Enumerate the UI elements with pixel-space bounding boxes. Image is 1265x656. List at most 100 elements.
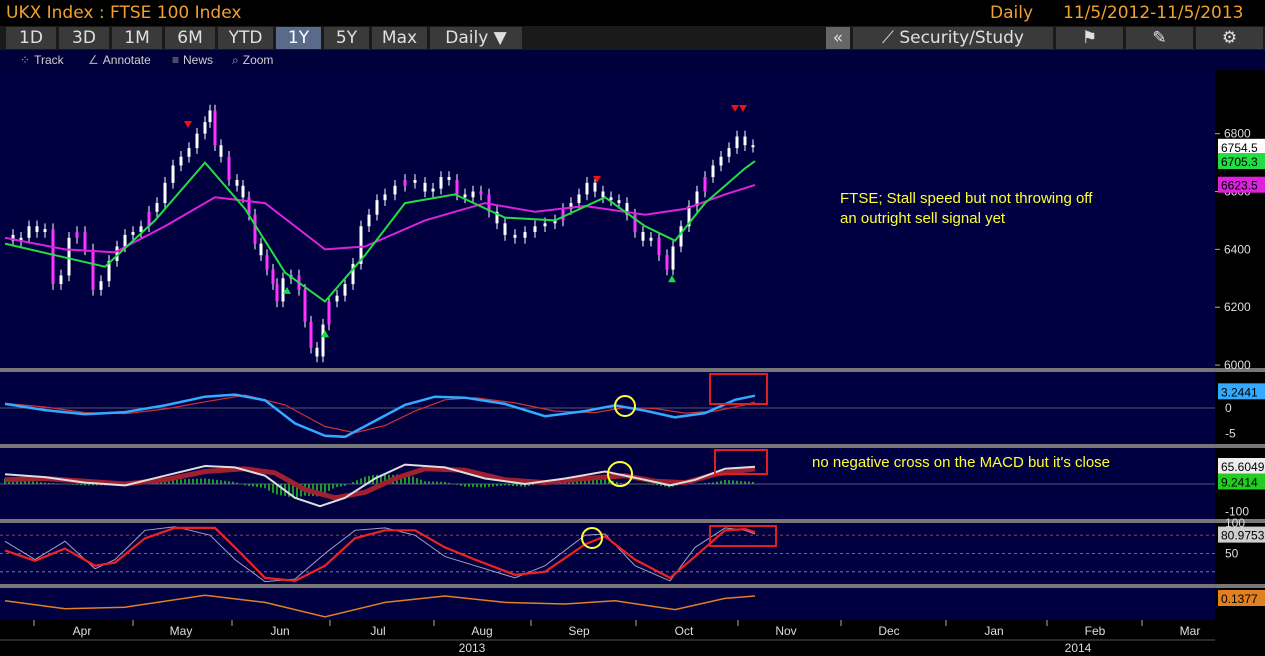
range-button-1y[interactable]: 1Y [276,27,321,49]
price-bar [27,226,31,238]
x-tick-label: Aug [471,624,492,638]
price-bar [367,214,371,227]
panel-separator [0,519,1265,523]
price-bar [641,232,645,241]
macd-value-label: 3.2441 [1218,383,1265,400]
period-label[interactable]: Daily [990,3,1033,23]
macd-tag-text: 3.2441 [1221,385,1258,399]
x-tick-label: Oct [675,624,694,638]
osc-value-label: 0.1377 [1218,590,1265,606]
annotation-main-line2: an outright sell signal yet [840,210,1006,227]
price-bar [439,177,443,189]
hist-value-label-1: 9.2414 [1218,473,1265,490]
price-bar [727,148,731,157]
price-bar [59,275,63,285]
gear-icon[interactable]: ⚙ [1196,27,1263,49]
x-year-label: 2014 [1065,641,1092,655]
chart-area[interactable]: 600062006400660068006754.56705.36623.5FT… [0,70,1265,656]
stoch-tick-label: 50 [1225,547,1239,561]
track-icon: ⁘ [20,53,31,67]
price-bar [543,223,547,227]
range-button-5y[interactable]: 5Y [324,27,369,49]
range-button-ytd[interactable]: YTD [218,27,273,49]
price-bar [187,148,191,157]
osc-tag-text: 0.1377 [1221,592,1258,606]
x-tick-label: Dec [878,624,899,638]
price-bar [43,229,47,233]
x-tick-label: Nov [775,624,796,638]
price-bar [303,289,307,322]
title-bar: UKX Index : FTSE 100 Index Daily 11/5/20… [0,0,1265,26]
price-bar [235,179,239,186]
stoch-tag-text: 80.9753 [1221,529,1265,543]
panel-0-axis-bg [1215,70,1265,368]
price-bar [321,324,325,357]
date-range[interactable]: 11/5/2012-11/5/2013 [1063,3,1243,23]
annotation-main-line1: FTSE; Stall speed but not throwing off [840,190,1093,207]
price-label-0: 6754.5 [1218,138,1265,155]
panel-separator [0,368,1265,372]
price-bar [413,179,417,183]
price-bar [735,136,739,149]
collapse-button[interactable]: « [826,27,850,49]
x-tick-label: Jun [270,624,289,638]
security-title: UKX Index : FTSE 100 Index [6,3,242,23]
price-bar [335,295,339,302]
price-bar [533,226,537,233]
zoom-button[interactable]: ⌕ Zoom [232,52,273,68]
y-tick-label: 6200 [1224,300,1251,314]
price-bar [265,255,269,270]
price-bar [601,191,605,198]
price-bar [403,179,407,186]
range-button-3d[interactable]: 3D [59,27,109,49]
price-bar [83,232,87,250]
price-bar [455,179,459,195]
range-button-max[interactable]: Max [372,27,427,49]
x-year-label: 2013 [459,641,486,655]
price-bar [259,243,263,256]
y-tick-label: 6800 [1224,127,1251,141]
news-icon: ≡ [172,53,180,67]
edit-icon[interactable]: ✎ [1126,27,1193,49]
price-bar [375,200,379,215]
panel-4-bg [0,588,1215,620]
price-bar [561,208,565,221]
price-bar [431,188,435,192]
price-bar [35,226,39,233]
macd-tick-label: -5 [1225,427,1236,441]
x-tick-label: Apr [73,624,92,638]
annotate-button[interactable]: ∠ Annotate [88,52,151,68]
price-tag-text: 6623.5 [1221,179,1258,193]
price-bar [179,156,183,166]
flag-icon[interactable]: ⚑ [1056,27,1123,49]
panel-0-bg [0,70,1215,368]
range-button-1d[interactable]: 1D [6,27,56,49]
range-button-6m[interactable]: 6M [165,27,215,49]
price-bar [75,232,79,238]
price-bar [309,321,313,348]
price-bar [271,269,275,285]
hist-tag-text: 65.6049 [1221,460,1265,474]
security-study-button[interactable]: ⟋ Security/Study [853,27,1053,49]
track-label: Track [34,53,64,67]
price-tag-text: 6705.3 [1221,155,1258,169]
price-bar [617,200,621,204]
zoom-label: Zoom [242,53,274,67]
news-button[interactable]: ≡ News [172,52,213,68]
price-bar [703,177,707,192]
frequency-dropdown[interactable]: Daily ▼ [430,27,522,49]
price-bar [327,301,331,325]
price-bar [203,122,207,134]
range-button-1m[interactable]: 1M [112,27,162,49]
x-tick-label: May [170,624,193,638]
price-bar [171,165,175,183]
panel-separator [0,584,1265,588]
price-bar [471,191,475,198]
price-bar [523,232,527,238]
track-button[interactable]: ⁘ Track [20,52,64,68]
annotation-macd-note: no negative cross on the MACD but it's c… [812,454,1110,471]
price-bar [163,182,167,204]
news-label: News [183,53,214,67]
price-label-2: 6623.5 [1218,176,1265,193]
annotate-label: Annotate [102,53,151,67]
